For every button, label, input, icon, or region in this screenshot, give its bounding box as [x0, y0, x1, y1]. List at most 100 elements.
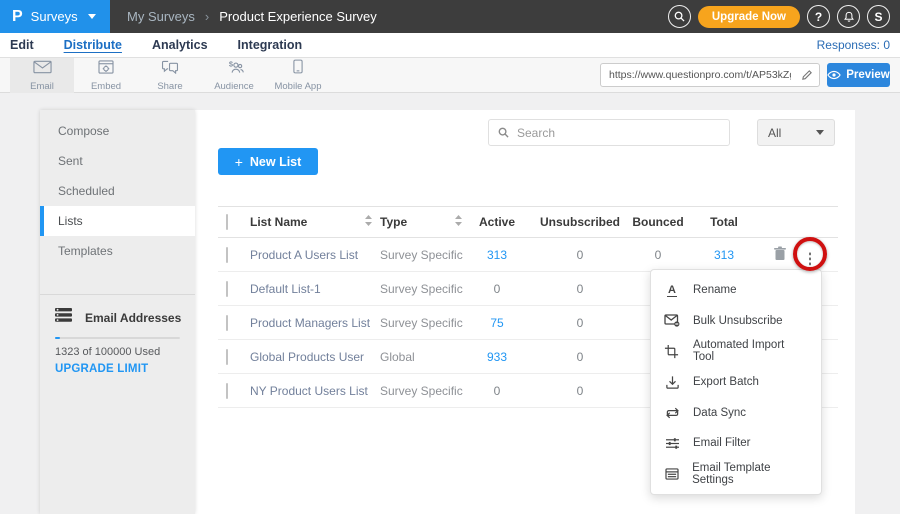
delete-list-icon[interactable] [774, 246, 794, 263]
new-list-button[interactable]: + New List [218, 148, 318, 175]
email-usage-progress-fill [55, 337, 60, 339]
chevron-down-icon [88, 14, 96, 19]
menu-item-rename[interactable]: A Rename [651, 275, 821, 306]
top-bar-actions: Upgrade Now ? S [668, 5, 900, 28]
tab-distribute[interactable]: Distribute [64, 38, 122, 52]
list-type: Survey Specific [380, 384, 463, 398]
page-title: Product Experience Survey [219, 9, 377, 24]
unsubscribed-count: 0 [536, 350, 624, 364]
upgrade-now-button[interactable]: Upgrade Now [698, 6, 800, 28]
list-name-link[interactable]: Product A Users List [250, 248, 358, 262]
email-template-settings-icon [664, 468, 679, 480]
questionpro-logo: P [12, 9, 23, 25]
sort-icon[interactable] [365, 215, 372, 229]
sidebar-item-lists[interactable]: Lists [40, 206, 195, 236]
share-icon [161, 60, 179, 79]
header-unsubscribed: Unsubscribed [536, 215, 624, 229]
list-name-link[interactable]: NY Product Users List [250, 384, 368, 398]
active-count[interactable]: 75 [462, 316, 532, 330]
bulk-unsubscribe-icon [664, 314, 680, 327]
select-all-checkbox[interactable] [226, 214, 228, 230]
survey-url-box [600, 63, 820, 87]
email-sidebar: Compose Sent Scheduled Lists Templates E… [40, 110, 195, 514]
email-icon [33, 60, 52, 79]
row-checkbox[interactable] [226, 247, 228, 263]
svg-text:$: $ [228, 60, 233, 69]
list-name-link[interactable]: Default List-1 [250, 282, 321, 296]
menu-item-bulk-unsubscribe[interactable]: Bulk Unsubscribe [651, 306, 821, 337]
responses-count[interactable]: Responses: 0 [817, 38, 890, 52]
active-count[interactable]: 933 [462, 350, 532, 364]
active-count[interactable]: 0 [462, 282, 532, 296]
header-total: Total [682, 215, 766, 229]
header-active: Active [462, 215, 532, 229]
filter-selected-value: All [768, 126, 781, 140]
row-checkbox[interactable] [226, 281, 228, 297]
channel-tab-share[interactable]: Share [138, 58, 202, 93]
sidebar-item-templates[interactable]: Templates [40, 236, 195, 266]
header-type[interactable]: Type [380, 215, 407, 229]
top-bar: P Surveys My Surveys › Product Experienc… [0, 0, 900, 33]
channel-tab-embed[interactable]: Embed [74, 58, 138, 93]
channel-tab-audience[interactable]: $ Audience [202, 58, 266, 93]
header-list-name[interactable]: List Name [250, 215, 307, 229]
tab-edit[interactable]: Edit [10, 38, 34, 52]
list-type: Survey Specific [380, 282, 463, 296]
breadcrumb-my-surveys[interactable]: My Surveys [127, 9, 195, 24]
search-input[interactable] [509, 126, 729, 140]
search-box [488, 119, 730, 146]
avatar[interactable]: S [867, 5, 890, 28]
survey-url-input[interactable] [601, 69, 795, 81]
preview-button[interactable]: Preview [827, 63, 890, 87]
menu-item-email-template-settings[interactable]: Email Template Settings [651, 459, 821, 490]
product-switcher-label: Surveys [31, 9, 78, 24]
sidebar-item-sent[interactable]: Sent [40, 146, 195, 176]
search-icon[interactable] [668, 5, 691, 28]
sort-icon[interactable] [455, 215, 462, 229]
menu-item-email-filter[interactable]: Email Filter [651, 428, 821, 459]
email-addresses-title: Email Addresses [85, 311, 181, 325]
channel-tab-email[interactable]: Email [10, 58, 74, 93]
row-checkbox[interactable] [226, 349, 228, 365]
list-type: Survey Specific [380, 248, 463, 262]
menu-item-data-sync[interactable]: Data Sync [651, 397, 821, 428]
list-name-link[interactable]: Global Products User [250, 350, 364, 364]
unsubscribed-count: 0 [536, 282, 624, 296]
help-icon[interactable]: ? [807, 5, 830, 28]
row-checkbox[interactable] [226, 315, 228, 331]
active-count[interactable]: 313 [462, 248, 532, 262]
search-icon [498, 127, 509, 138]
export-batch-icon [664, 375, 680, 390]
tab-analytics[interactable]: Analytics [152, 38, 208, 52]
email-addresses-header: Email Addresses [55, 308, 181, 327]
unsubscribed-count: 0 [536, 384, 624, 398]
table-row: Product A Users List Survey Specific 313… [218, 238, 838, 272]
sidebar-item-scheduled[interactable]: Scheduled [40, 176, 195, 206]
list-name-link[interactable]: Product Managers List [250, 316, 370, 330]
automated-import-icon [664, 344, 680, 359]
sidebar-item-compose[interactable]: Compose [40, 116, 195, 146]
upgrade-limit-link[interactable]: UPGRADE LIMIT [55, 363, 148, 375]
eye-icon [827, 70, 841, 80]
more-actions-button[interactable] [802, 244, 818, 265]
row-checkbox[interactable] [226, 383, 228, 399]
list-filter-dropdown[interactable]: All [757, 119, 835, 146]
unsubscribed-count: 0 [536, 248, 624, 262]
menu-item-export-batch[interactable]: Export Batch [651, 367, 821, 398]
product-switcher[interactable]: P Surveys [0, 0, 110, 33]
distribute-toolbar: Email Embed Share $ Audience [0, 58, 900, 93]
tab-integration[interactable]: Integration [238, 38, 303, 52]
edit-url-icon[interactable] [795, 64, 819, 86]
active-count[interactable]: 0 [462, 384, 532, 398]
survey-nav: Edit Distribute Analytics Integration Re… [0, 33, 900, 58]
menu-item-automated-import-tool[interactable]: Automated Import Tool [651, 336, 821, 367]
breadcrumb: My Surveys › Product Experience Survey [127, 9, 377, 24]
list-type: Global [380, 350, 415, 364]
plus-icon: + [235, 154, 243, 170]
sidebar-divider [40, 294, 195, 295]
mobile-app-icon [293, 59, 303, 79]
channel-tab-mobile-app[interactable]: Mobile App [266, 58, 330, 93]
bell-icon[interactable] [837, 5, 860, 28]
chevron-down-icon [816, 130, 824, 135]
unsubscribed-count: 0 [536, 316, 624, 330]
